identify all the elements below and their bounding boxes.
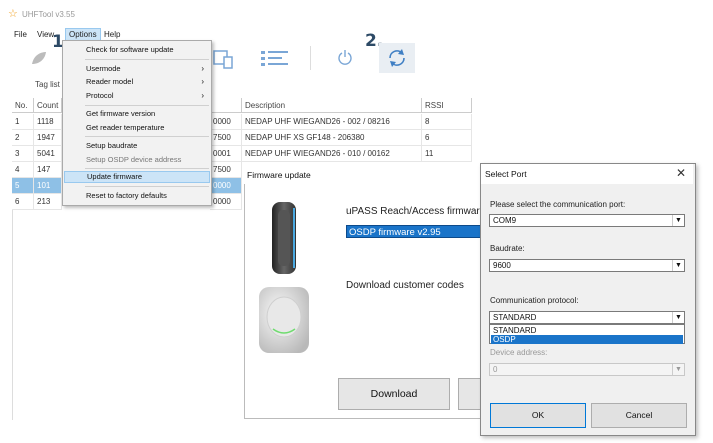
- chevron-down-icon: ▼: [672, 364, 684, 375]
- cell-id: 7500: [210, 162, 242, 178]
- column-header-no[interactable]: No.: [12, 98, 34, 113]
- column-header-id[interactable]: [210, 98, 242, 113]
- menu-item-check-update[interactable]: Check for software update: [64, 44, 210, 56]
- cell-description: NEDAP UHF WIEGAND26 - 010 / 00162: [242, 146, 422, 162]
- menu-item-label: Reader model: [86, 77, 134, 86]
- customer-codes-label: Download customer codes: [346, 280, 464, 291]
- cell-count: 1118: [34, 114, 62, 130]
- chevron-down-icon: ▼: [672, 260, 684, 271]
- menu-item-protocol[interactable]: Protocol ›: [64, 90, 210, 102]
- device-address-select: 0 ▼: [489, 363, 685, 376]
- menu-file[interactable]: File: [11, 28, 30, 41]
- reader-device-image: [272, 202, 296, 274]
- column-header-rssi[interactable]: RSSI: [422, 98, 472, 113]
- window-title: UHFTool v3.55: [22, 10, 75, 19]
- cell-no: 6: [12, 194, 34, 210]
- firmware-select[interactable]: OSDP firmware v2.95: [346, 225, 492, 238]
- menu-separator: [85, 136, 209, 137]
- toolbar-divider: [310, 46, 311, 70]
- cell-id: 0001: [210, 146, 242, 162]
- protocol-value: STANDARD: [493, 313, 537, 322]
- cell-no: 2: [12, 130, 34, 146]
- menu-item-usermode[interactable]: Usermode ›: [64, 63, 210, 75]
- menu-item-label: Protocol: [86, 91, 114, 100]
- device-address-label: Device address:: [490, 348, 548, 357]
- firmware-window-title: Firmware update: [244, 166, 510, 184]
- port-value: COM9: [493, 216, 517, 225]
- tab-tag-list[interactable]: Tag list: [35, 80, 60, 89]
- cell-no: 1: [12, 114, 34, 130]
- close-icon[interactable]: ✕: [676, 166, 686, 180]
- column-header-count[interactable]: Count: [34, 98, 62, 113]
- menu-item-reset-factory[interactable]: Reset to factory defaults: [64, 190, 210, 202]
- power-icon[interactable]: [337, 49, 353, 67]
- cell-no: 3: [12, 146, 34, 162]
- port-label: Please select the communication port:: [490, 200, 626, 209]
- menu-item-label: Usermode: [86, 64, 121, 73]
- baud-label: Baudrate:: [490, 244, 525, 253]
- cell-rssi: 6: [422, 130, 472, 146]
- device-address-value: 0: [493, 365, 498, 374]
- protocol-option-standard[interactable]: STANDARD: [491, 326, 683, 335]
- cell-id: 0000: [210, 178, 242, 194]
- device-icon[interactable]: [212, 48, 234, 70]
- refresh-icon[interactable]: [386, 47, 408, 69]
- menu-item-get-reader-temperature[interactable]: Get reader temperature: [64, 122, 210, 134]
- cell-rssi: 8: [422, 114, 472, 130]
- cell-count: 101: [34, 178, 62, 194]
- table-left-border: [12, 210, 13, 420]
- dialog-title: Select Port: [485, 169, 527, 179]
- product-name: uPASS Reach/Access firmware: [346, 206, 486, 217]
- menu-separator: [85, 168, 209, 169]
- menu-separator: [85, 105, 209, 106]
- chevron-right-icon: ›: [201, 77, 204, 86]
- list-icon[interactable]: [260, 50, 290, 68]
- cell-count: 213: [34, 194, 62, 210]
- chevron-down-icon: ▼: [672, 215, 684, 226]
- cell-description: NEDAP UHF WIEGAND26 - 002 / 08216: [242, 114, 422, 130]
- protocol-option-osdp[interactable]: OSDP: [491, 335, 683, 344]
- cell-count: 147: [34, 162, 62, 178]
- cell-no: 4: [12, 162, 34, 178]
- menu-item-setup-baudrate[interactable]: Setup baudrate: [64, 140, 210, 152]
- menu-item-update-firmware[interactable]: Update firmware: [64, 171, 210, 183]
- menu-separator: [85, 186, 209, 187]
- cell-count: 5041: [34, 146, 62, 162]
- cell-no: 5: [12, 178, 34, 194]
- baud-value: 9600: [493, 261, 511, 270]
- protocol-label: Communication protocol:: [490, 296, 579, 305]
- protocol-select[interactable]: STANDARD ▼: [489, 311, 685, 324]
- ok-button[interactable]: OK: [490, 403, 586, 428]
- menu-separator: [85, 59, 209, 60]
- reader-device-image: [259, 287, 309, 353]
- cell-rssi: 11: [422, 146, 472, 162]
- port-select[interactable]: COM9 ▼: [489, 214, 685, 227]
- app-icon: ☆: [8, 8, 18, 20]
- cell-id: 0000: [210, 114, 242, 130]
- leaf-icon[interactable]: [30, 50, 48, 66]
- title-bar: [0, 0, 713, 28]
- cell-id: 7500: [210, 130, 242, 146]
- cell-id: 0000: [210, 194, 242, 210]
- protocol-options-list: STANDARD OSDP: [489, 324, 685, 344]
- download-button[interactable]: Download: [338, 378, 450, 410]
- menu-item-reader-model[interactable]: Reader model ›: [64, 76, 210, 88]
- cell-description: NEDAP UHF XS GF148 - 206380: [242, 130, 422, 146]
- menu-item-setup-osdp-address: Setup OSDP device address: [86, 155, 182, 164]
- chevron-down-icon: ▼: [672, 312, 684, 323]
- cancel-button[interactable]: Cancel: [591, 403, 687, 428]
- baudrate-select[interactable]: 9600 ▼: [489, 259, 685, 272]
- column-header-description[interactable]: Description: [242, 98, 422, 113]
- chevron-right-icon: ›: [201, 91, 204, 100]
- menu-item-get-firmware-version[interactable]: Get firmware version: [64, 108, 210, 120]
- cell-count: 1947: [34, 130, 62, 146]
- options-menu: Check for software update Usermode › Read…: [62, 40, 212, 206]
- chevron-right-icon: ›: [201, 64, 204, 73]
